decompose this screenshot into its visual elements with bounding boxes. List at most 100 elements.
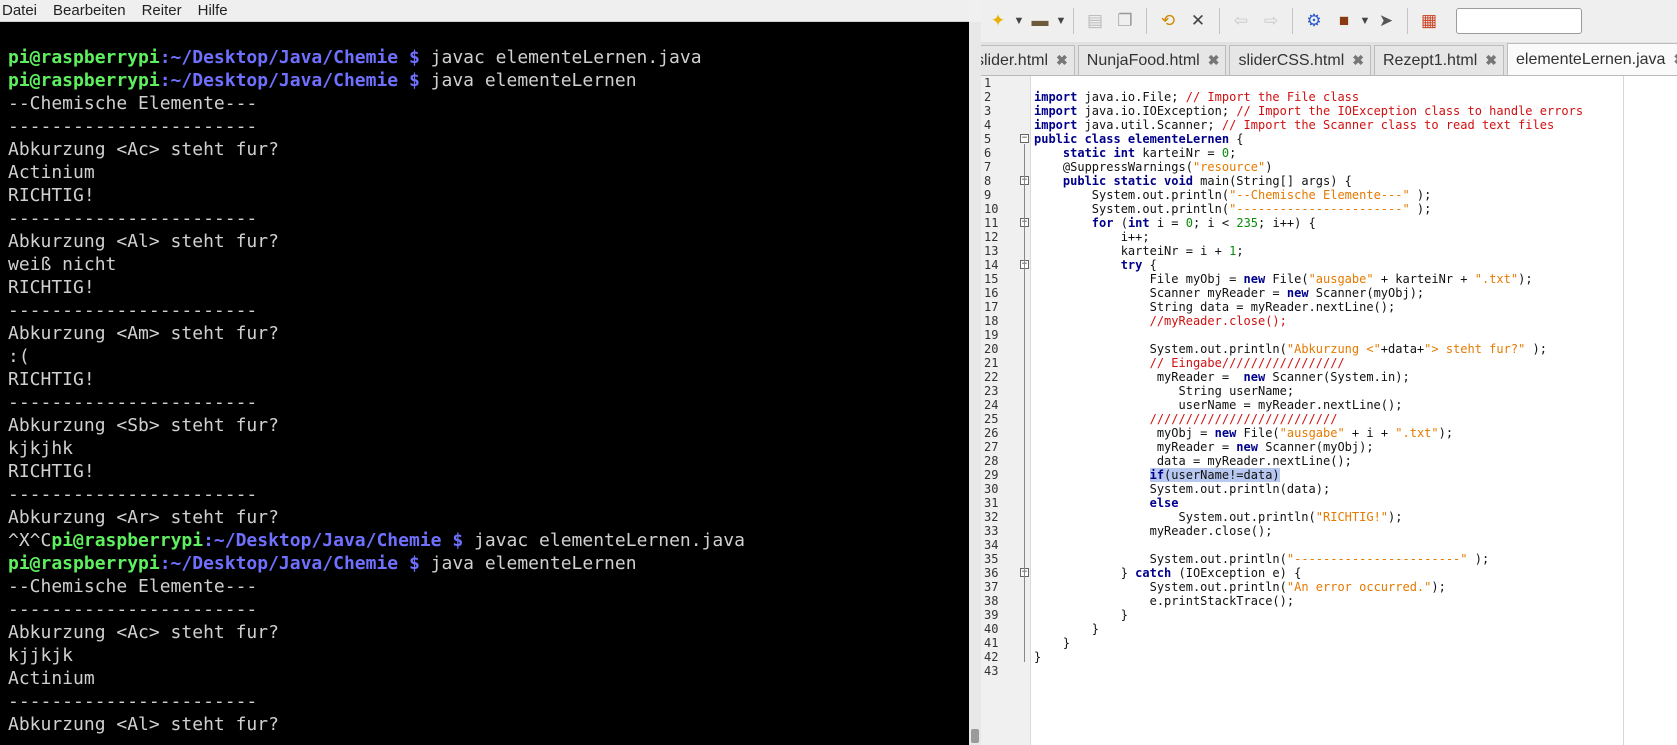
code-token: userName = myReader.nextLine(); xyxy=(1034,398,1403,412)
code-line[interactable]: try { xyxy=(1032,258,1677,272)
save-all-icon[interactable]: ❐ xyxy=(1110,6,1140,36)
run-icon[interactable]: ➤ xyxy=(1371,6,1401,36)
code-line[interactable]: static int karteiNr = 0; xyxy=(1032,146,1677,160)
code-line[interactable]: System.out.println("Abkurzung <"+data+">… xyxy=(1032,342,1677,356)
code-line[interactable]: @SuppressWarnings("resource") xyxy=(1032,160,1677,174)
menu-bearbeiten[interactable]: Bearbeiten xyxy=(53,0,126,22)
terminal-output[interactable]: pi@raspberrypi:~/Desktop/Java/Chemie $ j… xyxy=(8,46,958,745)
open-dropdown-icon[interactable]: ▼ xyxy=(1055,15,1067,27)
back-icon[interactable]: ⇦ xyxy=(1226,6,1256,36)
code-editor[interactable]: 1 2 3 4 5 6 7 8 9 10 11 12 13 14 15 16 17 18 19 20 21 22 23 24 2… xyxy=(981,76,1677,745)
code-token: ; xyxy=(1236,244,1244,258)
code-text[interactable]: import java.io.File; // Import the File … xyxy=(1032,76,1677,745)
code-line[interactable]: } catch (IOException e) { xyxy=(1032,566,1677,580)
code-token: String userName; xyxy=(1034,384,1295,398)
code-line[interactable]: System.out.println("--------------------… xyxy=(1032,552,1677,566)
code-line[interactable]: Scanner myReader = new Scanner(myObj); xyxy=(1032,286,1677,300)
code-token: (IOException e) { xyxy=(1171,566,1302,580)
code-line[interactable]: import java.io.IOException; // Import th… xyxy=(1032,104,1677,118)
terminal-scroll-thumb[interactable] xyxy=(971,729,979,743)
terminal-output-text: Abkurzung <Ac> steht fur? xyxy=(8,139,279,160)
terminal-line: ----------------------- xyxy=(8,207,958,230)
code-token: "-----------------------" xyxy=(1229,202,1410,216)
code-line[interactable]: String userName; xyxy=(1032,384,1677,398)
code-line[interactable]: else xyxy=(1032,496,1677,510)
terminal-output-text: Abkurzung <Sb> steht fur? xyxy=(8,415,279,436)
editor-tab[interactable]: slider.html ✖ xyxy=(981,45,1075,75)
code-line[interactable]: if(userName!=data) xyxy=(1032,468,1677,482)
menu-reiter[interactable]: Reiter xyxy=(142,0,182,22)
tab-close-icon[interactable]: ✖ xyxy=(1673,51,1677,68)
open-folder-icon[interactable]: ▬ xyxy=(1025,6,1055,36)
terminal-output-text: ----------------------- xyxy=(8,484,258,505)
code-line[interactable]: System.out.println(data); xyxy=(1032,482,1677,496)
terminal-scrollbar[interactable] xyxy=(969,22,981,745)
tab-close-icon[interactable]: ✖ xyxy=(1485,52,1497,69)
code-line[interactable] xyxy=(1032,538,1677,552)
editor-tab[interactable]: Rezept1.html ✖ xyxy=(1374,45,1504,75)
code-line[interactable]: for (int i = 0; i < 235; i++) { xyxy=(1032,216,1677,230)
code-line[interactable]: i++; xyxy=(1032,230,1677,244)
editor-tab[interactable]: sliderCSS.html ✖ xyxy=(1229,45,1371,75)
code-line[interactable]: } xyxy=(1032,622,1677,636)
code-line[interactable]: myReader = new Scanner(myObj); xyxy=(1032,440,1677,454)
build-dropdown-icon[interactable]: ▼ xyxy=(1359,15,1371,27)
terminal-line: ----------------------- xyxy=(8,690,958,713)
terminal-line: Abkurzung <Ac> steht fur? xyxy=(8,138,958,161)
editor-tab[interactable]: NunjaFood.html ✖ xyxy=(1077,45,1227,75)
code-line[interactable]: } xyxy=(1032,636,1677,650)
code-token: e.printStackTrace(); xyxy=(1034,594,1295,608)
code-line[interactable]: System.out.println("RICHTIG!"); xyxy=(1032,510,1677,524)
toolbar-separator xyxy=(1073,8,1074,34)
code-line[interactable]: System.out.println("An error occurred.")… xyxy=(1032,580,1677,594)
toolbar-search-input[interactable] xyxy=(1456,8,1582,34)
new-file-dropdown-icon[interactable]: ▼ xyxy=(1013,15,1025,27)
toolbar-separator xyxy=(1219,8,1220,34)
code-line[interactable]: public static void main(String[] args) { xyxy=(1032,174,1677,188)
terminal-line: ----------------------- xyxy=(8,299,958,322)
code-line[interactable]: } xyxy=(1032,608,1677,622)
forward-icon[interactable]: ⇨ xyxy=(1256,6,1286,36)
save-icon[interactable]: ▤ xyxy=(1080,6,1110,36)
code-line[interactable]: } xyxy=(1032,650,1677,664)
terminal-line: pi@raspberrypi:~/Desktop/Java/Chemie $ j… xyxy=(8,46,958,69)
code-line[interactable]: myReader.close(); xyxy=(1032,524,1677,538)
code-line[interactable]: System.out.println("--------------------… xyxy=(1032,202,1677,216)
tab-close-icon[interactable]: ✖ xyxy=(1352,52,1364,69)
code-line[interactable]: //myReader.close(); xyxy=(1032,314,1677,328)
code-line[interactable] xyxy=(1032,664,1677,678)
code-line[interactable]: import java.io.File; // Import the File … xyxy=(1032,90,1677,104)
code-line[interactable] xyxy=(1032,328,1677,342)
code-line[interactable]: data = myReader.nextLine(); xyxy=(1032,454,1677,468)
menu-hilfe[interactable]: Hilfe xyxy=(198,0,228,22)
new-file-icon[interactable]: ✦ xyxy=(983,6,1013,36)
fold-margin[interactable]: −−−−− xyxy=(1019,76,1031,745)
code-line[interactable]: e.printStackTrace(); xyxy=(1032,594,1677,608)
terminal-output-text: ----------------------- xyxy=(8,300,258,321)
build-icon[interactable]: ■ xyxy=(1329,6,1359,36)
terminal-line: Actinium xyxy=(8,667,958,690)
terminal-output-text: ----------------------- xyxy=(8,208,258,229)
code-line[interactable]: System.out.println("--Chemische Elemente… xyxy=(1032,188,1677,202)
code-line[interactable]: userName = myReader.nextLine(); xyxy=(1032,398,1677,412)
reload-icon[interactable]: ⟲ xyxy=(1153,6,1183,36)
editor-tab[interactable]: elementeLernen.java ✖ xyxy=(1507,43,1677,75)
code-line[interactable] xyxy=(1032,76,1677,90)
code-line[interactable]: myReader = new Scanner(System.in); xyxy=(1032,370,1677,384)
code-line[interactable]: public class elementeLernen { xyxy=(1032,132,1677,146)
menu-datei[interactable]: Datei xyxy=(2,0,37,22)
code-line[interactable]: File myObj = new File("ausgabe" + kartei… xyxy=(1032,272,1677,286)
code-line[interactable]: import java.util.Scanner; // Import the … xyxy=(1032,118,1677,132)
compile-icon[interactable]: ⚙ xyxy=(1299,6,1329,36)
fold-toggle-icon[interactable]: − xyxy=(1020,134,1029,143)
code-line[interactable]: karteiNr = i + 1; xyxy=(1032,244,1677,258)
tab-close-icon[interactable]: ✖ xyxy=(1056,52,1068,69)
code-line[interactable]: myObj = new File("ausgabe" + i + ".txt")… xyxy=(1032,426,1677,440)
code-line[interactable]: String data = myReader.nextLine(); xyxy=(1032,300,1677,314)
code-line[interactable]: // Eingabe///////////////// xyxy=(1032,356,1677,370)
close-icon[interactable]: ✕ xyxy=(1183,6,1213,36)
color-chooser-icon[interactable]: ▦ xyxy=(1414,6,1444,36)
code-line[interactable]: ////////////////////////// xyxy=(1032,412,1677,426)
code-token: ".txt" xyxy=(1474,272,1519,286)
tab-close-icon[interactable]: ✖ xyxy=(1208,52,1220,69)
